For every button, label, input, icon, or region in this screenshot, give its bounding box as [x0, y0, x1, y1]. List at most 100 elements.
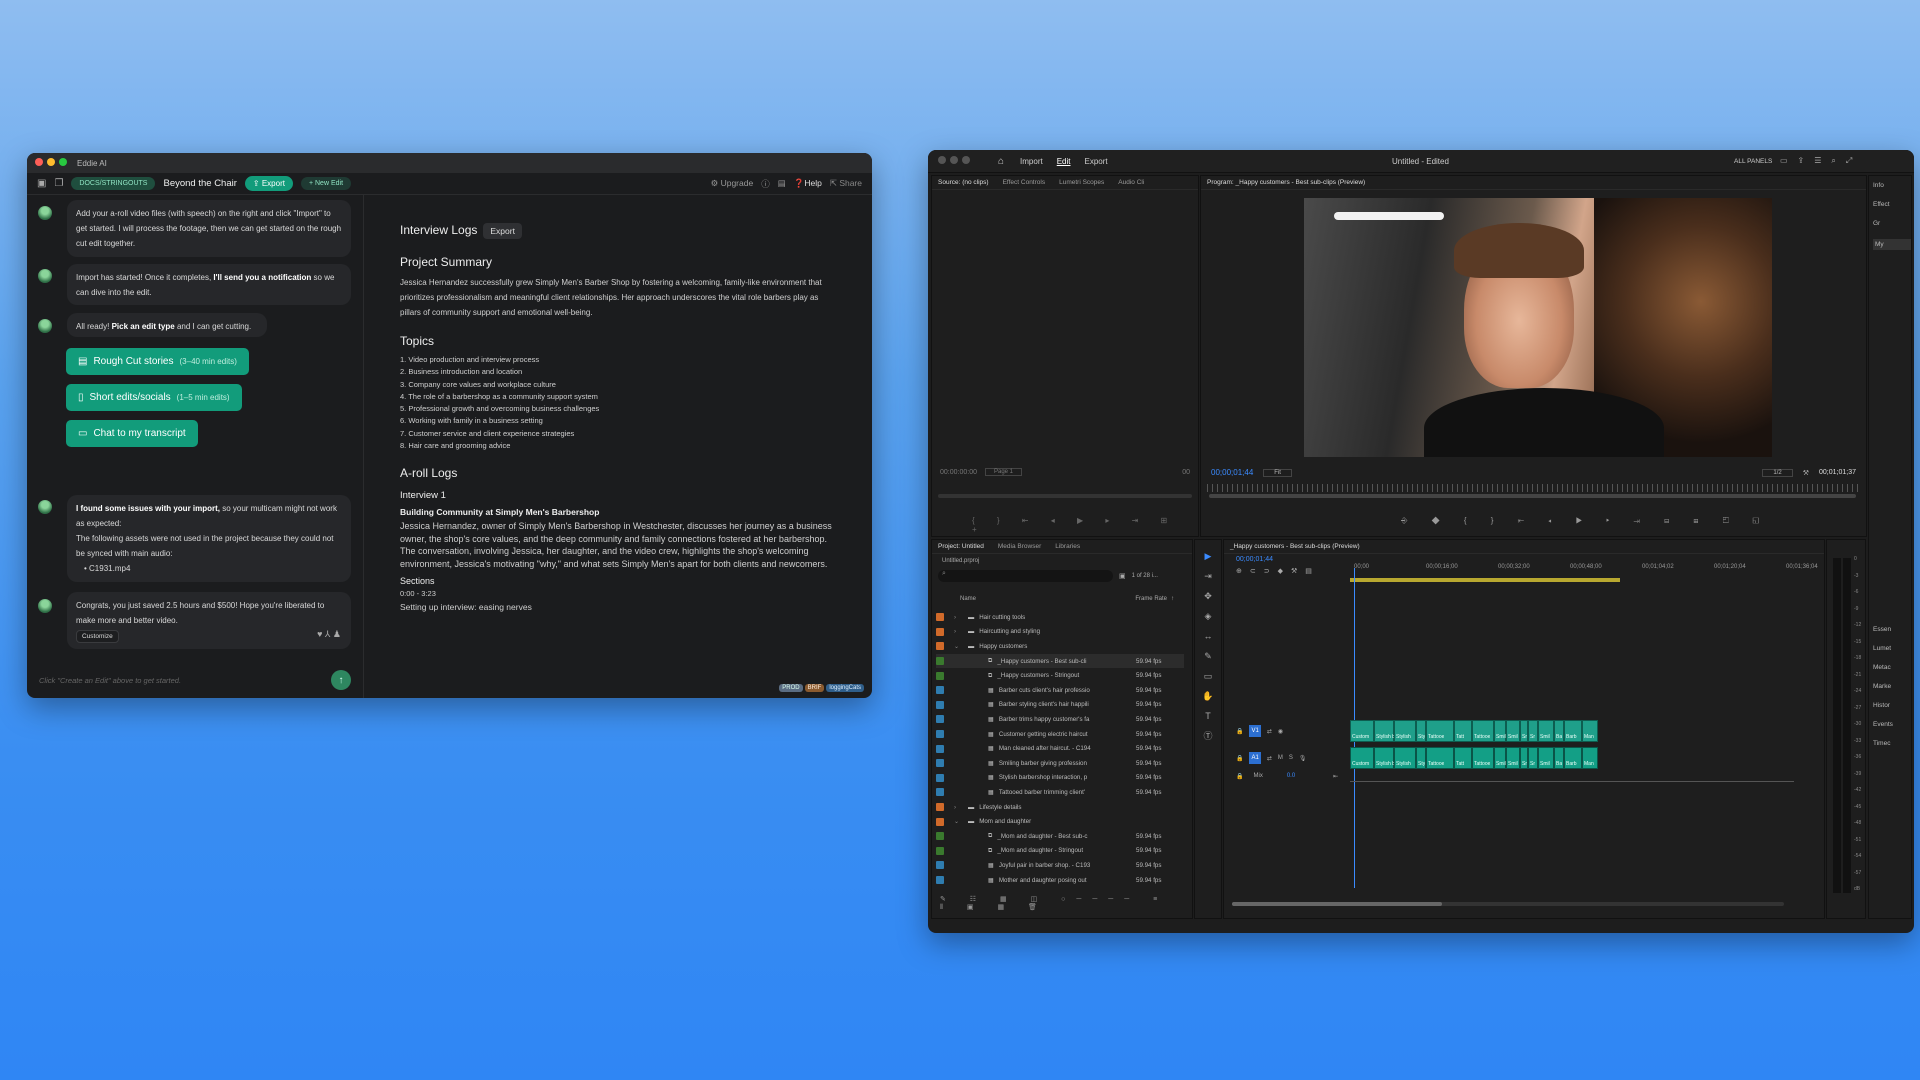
project-bin[interactable]: ⌄ ▬ Mom and daughter: [936, 814, 1184, 829]
section-title[interactable]: Setting up interview: easing nerves: [400, 602, 872, 612]
program-transport-controls[interactable]: ⎆ ◆ { } ⇤ ◂ ▶ ▸ ⇥ ⊟ ⊞ ◰ ◱: [1401, 516, 1770, 526]
upgrade-button[interactable]: ⚙ Upgrade: [711, 178, 754, 189]
caption-tool-icon[interactable]: Ⓣ: [1202, 730, 1214, 742]
docs-stringouts-pill[interactable]: DOCS/STRINGOUTS: [71, 177, 156, 190]
share-button[interactable]: ⇱ Share: [830, 178, 862, 189]
source-scrub-bar[interactable]: [938, 494, 1192, 498]
disclosure-icon[interactable]: ⌄: [954, 643, 968, 650]
project-name[interactable]: Beyond the Chair: [163, 178, 236, 189]
project-item[interactable]: ⧉ _Happy customers - Stringout 59.94 fps: [936, 668, 1184, 683]
source-timecode[interactable]: 00:00:00:00: [940, 469, 977, 476]
video-clip[interactable]: Custom: [1350, 720, 1374, 742]
audio-clip[interactable]: Smil: [1538, 747, 1554, 769]
header-icons[interactable]: ▭⇪☰⌕⤢: [1780, 156, 1862, 166]
project-item[interactable]: ▦ Mother and daughter posing out 59.94 fps: [936, 873, 1184, 888]
new-edit-button[interactable]: + New Edit: [300, 177, 352, 190]
video-clip[interactable]: Tattooe: [1426, 720, 1454, 742]
project-item[interactable]: ▦ Joyful pair in barber shop. - C193 59.94…: [936, 858, 1184, 873]
label-color-swatch[interactable]: [936, 686, 944, 695]
disclosure-icon[interactable]: ›: [954, 804, 968, 811]
help-button[interactable]: ❓Help: [794, 178, 822, 189]
disclosure-icon[interactable]: ›: [954, 614, 968, 621]
side-tab-events[interactable]: Events: [1873, 721, 1911, 728]
audio-clip[interactable]: Barb: [1564, 747, 1582, 769]
send-icon[interactable]: ↑: [331, 670, 351, 690]
home-icon[interactable]: ⌂: [998, 156, 1004, 167]
project-bin[interactable]: ⌄ ▬ Happy customers: [936, 639, 1184, 654]
sidebar-toggle-icon[interactable]: ▣: [37, 178, 46, 189]
side-tab-info[interactable]: Info: [1873, 182, 1911, 189]
maximize-window-button[interactable]: [962, 156, 970, 164]
audio-clip[interactable]: Sr: [1520, 747, 1528, 769]
label-color-swatch[interactable]: [936, 700, 944, 709]
menu-export[interactable]: Export: [1085, 157, 1108, 166]
menu-edit[interactable]: Edit: [1057, 157, 1071, 166]
project-item[interactable]: ▦ Man cleaned after haircut. - C194 59.94 …: [936, 741, 1184, 756]
chat-transcript-button[interactable]: ▭ Chat to my transcript: [66, 420, 198, 447]
lock-icon[interactable]: 🔒: [1236, 755, 1243, 762]
mix-value[interactable]: 0.0: [1287, 773, 1295, 780]
tab-project[interactable]: Project: Untitled: [938, 543, 984, 550]
minimize-window-button[interactable]: [950, 156, 958, 164]
feedback-icons[interactable]: ♥ ⅄ ♟: [317, 627, 341, 642]
side-tab-graphics[interactable]: Gr: [1873, 220, 1911, 227]
label-color-swatch[interactable]: [936, 657, 944, 666]
close-window-button[interactable]: [35, 158, 43, 166]
video-clip[interactable]: Smil: [1506, 720, 1520, 742]
side-tab-history[interactable]: Histor: [1873, 702, 1911, 709]
project-search-input[interactable]: ⌕: [938, 570, 1113, 582]
project-item[interactable]: ▦ Barber styling client's hair happili 59.…: [936, 698, 1184, 713]
video-clip[interactable]: Smil: [1494, 720, 1506, 742]
selection-tool-icon[interactable]: ▶: [1202, 550, 1214, 562]
label-color-swatch[interactable]: [936, 715, 944, 724]
audio-clip[interactable]: Tattooe: [1426, 747, 1454, 769]
label-color-swatch[interactable]: [936, 730, 944, 739]
label-color-swatch[interactable]: [936, 744, 944, 753]
video-frame[interactable]: [1304, 198, 1772, 457]
lock-icon[interactable]: 🔒: [1236, 773, 1243, 780]
label-color-swatch[interactable]: [936, 613, 944, 622]
tag-badge[interactable]: PROD: [779, 684, 803, 692]
project-item[interactable]: ▦ Tattooed barber trimming client' 59.94 f…: [936, 785, 1184, 800]
project-item[interactable]: ⧉ _Mom and daughter - Best sub-c 59.94 fps: [936, 829, 1184, 844]
tab-source[interactable]: Source: (no clips): [938, 179, 989, 186]
side-tab-lumetri[interactable]: Lumet: [1873, 645, 1911, 652]
project-item[interactable]: ▦ Stylish barbershop interaction, p 59.94 …: [936, 771, 1184, 786]
side-tab-markers[interactable]: Marke: [1873, 683, 1911, 690]
audio-clip[interactable]: Sr: [1528, 747, 1538, 769]
track-select-icon[interactable]: ⇥: [1202, 570, 1214, 582]
wrench-icon[interactable]: ⚒: [1803, 469, 1809, 477]
page-dropdown[interactable]: Page 1: [984, 468, 1023, 476]
tab-effect-controls[interactable]: Effect Controls: [1003, 179, 1046, 186]
video-clip[interactable]: Smil: [1538, 720, 1554, 742]
project-bin[interactable]: › ▬ Haircutting and styling: [936, 625, 1184, 640]
audio-clip[interactable]: Stylish: [1394, 747, 1416, 769]
label-color-swatch[interactable]: [936, 773, 944, 782]
work-area-bar[interactable]: [1350, 578, 1620, 582]
label-color-swatch[interactable]: [936, 861, 944, 870]
folder-icon[interactable]: ▣: [1119, 572, 1126, 580]
project-item[interactable]: ▦ Barber trims happy customer's fa 59.94 f…: [936, 712, 1184, 727]
audio-clip[interactable]: Tatt: [1454, 747, 1472, 769]
resolution-dropdown[interactable]: 1/2: [1762, 468, 1793, 477]
audio-clip[interactable]: Tattooe: [1472, 747, 1494, 769]
video-clip[interactable]: Sty: [1416, 720, 1426, 742]
disclosure-icon[interactable]: ›: [954, 628, 968, 635]
eye-icon[interactable]: ◉: [1278, 728, 1283, 735]
tab-sequence[interactable]: _Happy customers - Best sub-clips (Previ…: [1230, 543, 1360, 550]
menu-import[interactable]: Import: [1020, 157, 1043, 166]
v1-target[interactable]: V1: [1249, 725, 1261, 737]
side-tab-my[interactable]: My: [1873, 239, 1911, 250]
timeline-h-scroll[interactable]: [1232, 902, 1784, 906]
video-clip[interactable]: Tattooe: [1472, 720, 1494, 742]
doc-export-button[interactable]: Export: [483, 223, 522, 239]
tab-lumetri-scopes[interactable]: Lumetri Scopes: [1059, 179, 1104, 186]
side-tab-timecode[interactable]: Timec: [1873, 740, 1911, 747]
timeline-tool-icons[interactable]: ⊕⊂⊃◆⚒▤: [1236, 567, 1320, 575]
timeline-timecode[interactable]: 00;00;01;44: [1236, 556, 1273, 563]
close-window-button[interactable]: [938, 156, 946, 164]
video-clip[interactable]: Sr: [1528, 720, 1538, 742]
project-item[interactable]: ⧉ _Mom and daughter - Stringout 59.94 fps: [936, 844, 1184, 859]
tab-media-browser[interactable]: Media Browser: [998, 543, 1041, 550]
tab-libraries[interactable]: Libraries: [1055, 543, 1080, 550]
